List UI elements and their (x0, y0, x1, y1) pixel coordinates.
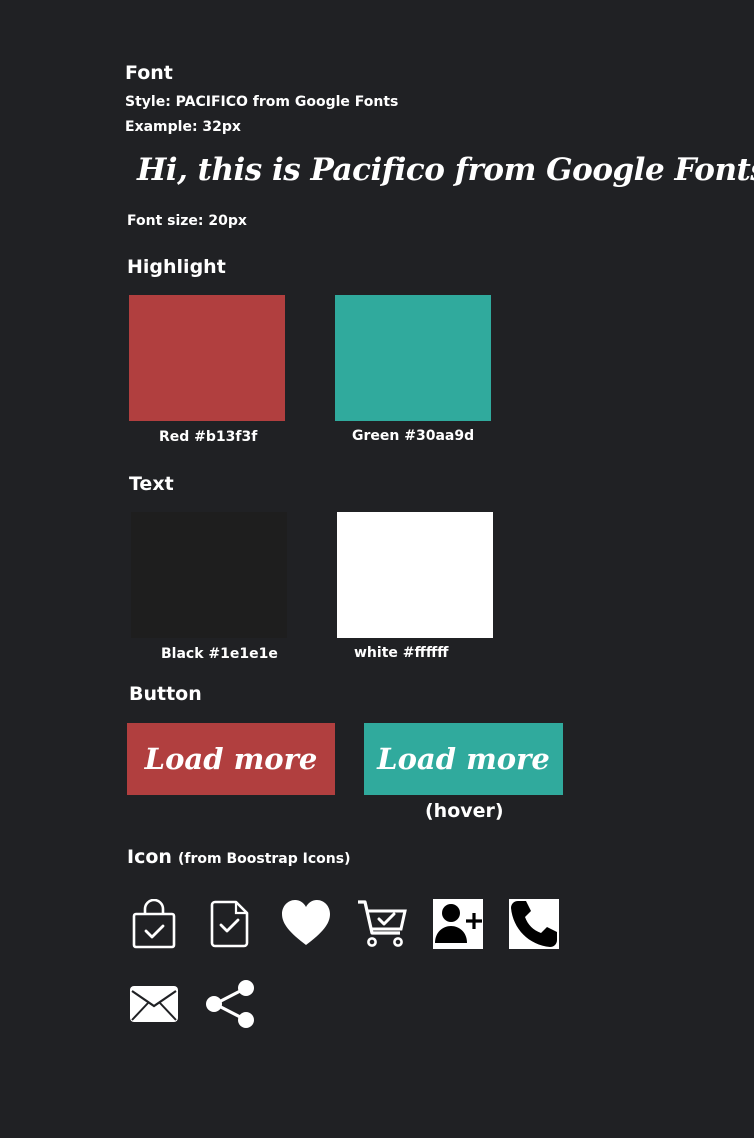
load-more-button[interactable]: Load more (127, 723, 335, 795)
envelope-icon (129, 979, 179, 1029)
red-swatch (129, 295, 285, 421)
cart-check-icon (357, 899, 407, 949)
font-example-text: Hi, this is Pacifico from Google Fonts (137, 152, 754, 188)
share-icon (205, 979, 255, 1029)
red-swatch-label: Red #b13f3f (159, 429, 258, 445)
icon-source-note: (from Boostrap Icons) (178, 851, 351, 867)
button-heading: Button (129, 683, 202, 705)
white-swatch-label: white #ffffff (354, 645, 449, 661)
telephone-icon (509, 899, 559, 949)
font-size-line: Font size: 20px (127, 213, 247, 229)
font-example-line: Example: 32px (125, 119, 241, 135)
file-check-icon (205, 899, 255, 949)
heart-icon (281, 899, 331, 949)
icon-heading: Icon (127, 846, 172, 868)
person-plus-icon (433, 899, 483, 949)
white-swatch (337, 512, 493, 638)
text-heading: Text (129, 473, 174, 495)
highlight-heading: Highlight (127, 256, 226, 278)
green-swatch-label: Green #30aa9d (352, 428, 475, 444)
hover-caption: (hover) (425, 800, 504, 822)
bag-check-icon (129, 899, 179, 949)
black-swatch (131, 512, 287, 638)
black-swatch-label: Black #1e1e1e (161, 646, 278, 662)
font-style-line: Style: PACIFICO from Google Fonts (125, 94, 399, 110)
load-more-button-hover[interactable]: Load more (364, 723, 563, 795)
font-heading: Font (125, 62, 173, 84)
green-swatch (335, 295, 491, 421)
